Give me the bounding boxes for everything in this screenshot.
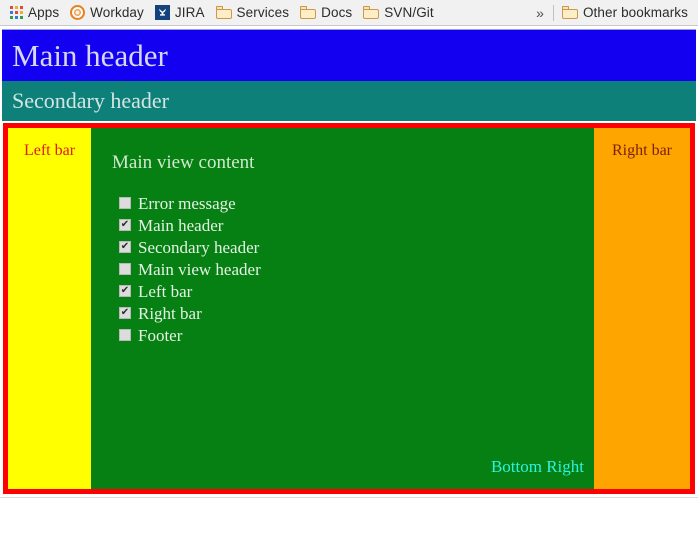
left-bar-label: Left bar: [23, 142, 76, 159]
bookmark-label: Workday: [90, 5, 144, 20]
bookmark-workday[interactable]: Workday: [66, 2, 151, 24]
secondary-header-title: Secondary header: [12, 88, 169, 113]
bookmark-label: Docs: [321, 5, 353, 20]
bookmark-label: JIRA: [174, 5, 205, 20]
folder-icon: [363, 6, 380, 19]
main-view: Main view content ✔ Error message ✔ Main…: [91, 128, 594, 489]
list-item[interactable]: ✔ Main header: [119, 214, 594, 236]
checkbox-label: Right bar: [138, 303, 202, 323]
bookmarks-bar: Apps Workday JIRA Services Docs SVN/Git …: [0, 0, 698, 26]
bookmark-label: Other bookmarks: [582, 5, 688, 20]
main-view-content-title: Main view content: [112, 152, 255, 173]
bookmarks-separator: [552, 4, 554, 21]
page-viewport: Main header Secondary header Left bar Ma…: [0, 27, 698, 536]
main-header-title: Main header: [12, 38, 168, 73]
folder-icon: [215, 6, 232, 19]
apps-grid-icon: [10, 6, 23, 19]
bookmark-other-bookmarks[interactable]: Other bookmarks: [558, 2, 698, 24]
content-frame: Left bar Main view content ✔ Error messa…: [3, 123, 695, 494]
bookmark-jira[interactable]: JIRA: [151, 2, 212, 24]
right-bar-label: Right bar: [612, 142, 672, 159]
main-header: Main header: [2, 29, 696, 81]
checkbox-label: Main header: [138, 215, 224, 235]
jira-icon: [154, 5, 170, 20]
bookmark-docs[interactable]: Docs: [296, 2, 359, 24]
list-item[interactable]: ✔ Main view header: [119, 258, 594, 280]
list-item[interactable]: ✔ Error message: [119, 192, 594, 214]
bookmark-label: SVN/Git: [384, 5, 434, 20]
left-bar: Left bar: [8, 128, 91, 489]
bookmarks-overflow-chevron-icon[interactable]: »: [527, 5, 553, 21]
checkbox-main-view-header[interactable]: ✔: [119, 263, 131, 275]
bottom-right-label: Bottom Right: [490, 457, 584, 476]
checkbox-footer[interactable]: ✔: [119, 329, 131, 341]
bookmark-services[interactable]: Services: [212, 2, 297, 24]
list-item[interactable]: ✔ Left bar: [119, 280, 594, 302]
right-bar: Right bar: [594, 128, 690, 489]
checkbox-main-header[interactable]: ✔: [119, 219, 131, 231]
bookmark-apps[interactable]: Apps: [6, 2, 66, 24]
list-item[interactable]: ✔ Footer: [119, 324, 594, 346]
bookmark-svn-git[interactable]: SVN/Git: [359, 2, 440, 24]
checkbox-error-message[interactable]: ✔: [119, 197, 131, 209]
checkbox-label: Secondary header: [138, 237, 260, 257]
checkbox-label: Footer: [138, 325, 183, 345]
workday-ring-icon: [70, 5, 86, 20]
checkbox-left-bar[interactable]: ✔: [119, 285, 131, 297]
bookmark-label: Services: [236, 5, 290, 20]
checkbox-label: Error message: [138, 193, 236, 213]
page-bottom-gap: [0, 497, 698, 536]
list-item[interactable]: ✔ Secondary header: [119, 236, 594, 258]
feature-toggle-list: ✔ Error message ✔ Main header ✔ Secondar…: [119, 192, 594, 346]
folder-icon: [300, 6, 317, 19]
bookmark-label: Apps: [28, 5, 60, 20]
checkbox-label: Main view header: [138, 259, 261, 279]
checkbox-label: Left bar: [138, 281, 193, 301]
list-item[interactable]: ✔ Right bar: [119, 302, 594, 324]
checkbox-secondary-header[interactable]: ✔: [119, 241, 131, 253]
secondary-header: Secondary header: [2, 81, 696, 121]
folder-icon: [561, 6, 578, 19]
checkbox-right-bar[interactable]: ✔: [119, 307, 131, 319]
